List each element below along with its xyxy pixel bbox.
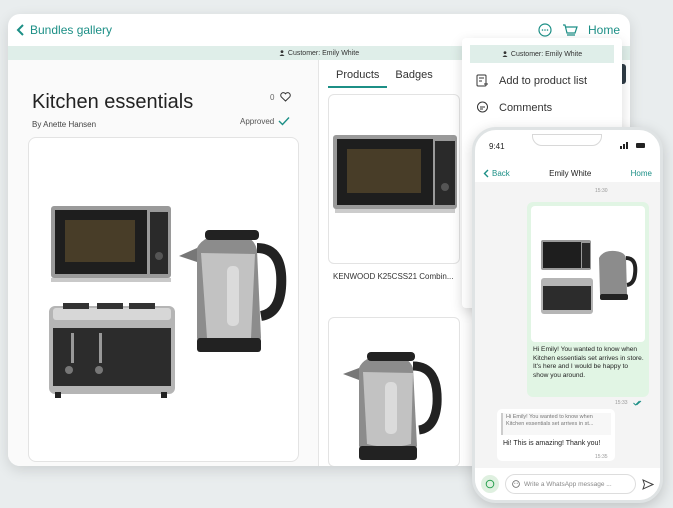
comment-icon bbox=[477, 101, 488, 113]
status-time: 9:41 bbox=[489, 142, 505, 151]
bundle-author: By Anette Hansen bbox=[32, 120, 97, 129]
bundle-panel: Kitchen essentials By Anette Hansen 0 Ap… bbox=[8, 60, 318, 466]
back-label: Bundles gallery bbox=[30, 23, 113, 37]
chat-contact-name: Emily White bbox=[549, 168, 592, 178]
message-timestamp: 15:30 bbox=[595, 188, 608, 194]
battery-icon bbox=[620, 142, 645, 149]
quoted-message: Hi Emily! You wanted to know when Kitche… bbox=[501, 413, 611, 435]
home-link[interactable]: Home bbox=[588, 23, 620, 37]
bundle-product-image bbox=[49, 206, 287, 398]
heart-icon bbox=[280, 92, 292, 102]
incoming-message-text: Hi! This is amazing! Thank you! bbox=[503, 440, 601, 447]
kettle-image bbox=[343, 352, 442, 460]
like-button[interactable]: 0 bbox=[270, 92, 292, 102]
menu-item-label: Add to product list bbox=[499, 74, 588, 87]
message-input-placeholder: Write a WhatsApp message ... bbox=[524, 480, 612, 488]
chat-bubble-icon[interactable] bbox=[538, 23, 552, 37]
menu-header-text: Customer: Emily White bbox=[510, 50, 583, 58]
phone-mockup: 9:41 Back Emily White Home 15:30 Hi Emil… bbox=[472, 127, 663, 503]
menu-header: Customer: Emily White bbox=[470, 45, 614, 63]
bundle-image-card[interactable] bbox=[28, 137, 299, 462]
chevron-left-icon bbox=[16, 24, 24, 36]
product-name: KENWOOD K25CSS21 Combin... bbox=[333, 272, 454, 281]
outgoing-message-text: Hi Emily! You wanted to know when Kitche… bbox=[533, 346, 644, 379]
add-to-list-icon bbox=[476, 74, 488, 87]
bundle-product-thumbnail bbox=[541, 240, 638, 314]
status-bar: 9:41 bbox=[475, 142, 660, 151]
menu-item-add-to-list[interactable]: Add to product list bbox=[462, 67, 622, 94]
message-image bbox=[531, 206, 645, 342]
tab-bar: Products Badges bbox=[328, 66, 441, 88]
person-icon bbox=[502, 51, 508, 57]
cart-icon[interactable] bbox=[562, 23, 578, 37]
back-button[interactable]: Bundles gallery bbox=[16, 23, 112, 37]
menu-item-label: Comments bbox=[499, 101, 553, 114]
emoji-icon[interactable] bbox=[512, 480, 520, 488]
message-timestamp: 15:35 bbox=[595, 454, 608, 460]
chat-thread: 15:30 Hi Emily! You wanted to know when … bbox=[475, 182, 660, 468]
status-label: Approved bbox=[240, 116, 275, 126]
chat-back-button[interactable]: Back bbox=[483, 169, 510, 178]
send-icon[interactable] bbox=[642, 478, 654, 490]
menu-item-comments[interactable]: Comments bbox=[462, 94, 622, 121]
approval-status: Approved bbox=[240, 116, 290, 126]
message-input[interactable]: Write a WhatsApp message ... bbox=[505, 474, 636, 494]
whatsapp-icon[interactable] bbox=[481, 475, 499, 493]
product-card[interactable] bbox=[328, 94, 460, 264]
check-icon bbox=[278, 117, 290, 126]
product-card[interactable] bbox=[328, 317, 460, 466]
microwave-image bbox=[333, 135, 457, 213]
like-count: 0 bbox=[270, 92, 275, 102]
person-icon bbox=[279, 50, 285, 56]
bundle-title: Kitchen essentials bbox=[32, 91, 194, 113]
tab-products[interactable]: Products bbox=[328, 66, 388, 88]
chat-home-link[interactable]: Home bbox=[631, 169, 652, 178]
outgoing-message: Hi Emily! You wanted to know when Kitche… bbox=[527, 202, 649, 397]
message-timestamp: 15:33 bbox=[615, 400, 628, 406]
panel-divider bbox=[318, 60, 319, 466]
chevron-left-icon bbox=[483, 169, 489, 177]
message-composer: Write a WhatsApp message ... bbox=[475, 468, 660, 500]
double-check-icon bbox=[633, 400, 642, 406]
customer-bar-text: Customer: Emily White bbox=[287, 49, 360, 57]
chat-header: Back Emily White Home bbox=[475, 162, 660, 184]
chat-back-label: Back bbox=[492, 168, 510, 178]
tab-badges[interactable]: Badges bbox=[387, 66, 440, 88]
